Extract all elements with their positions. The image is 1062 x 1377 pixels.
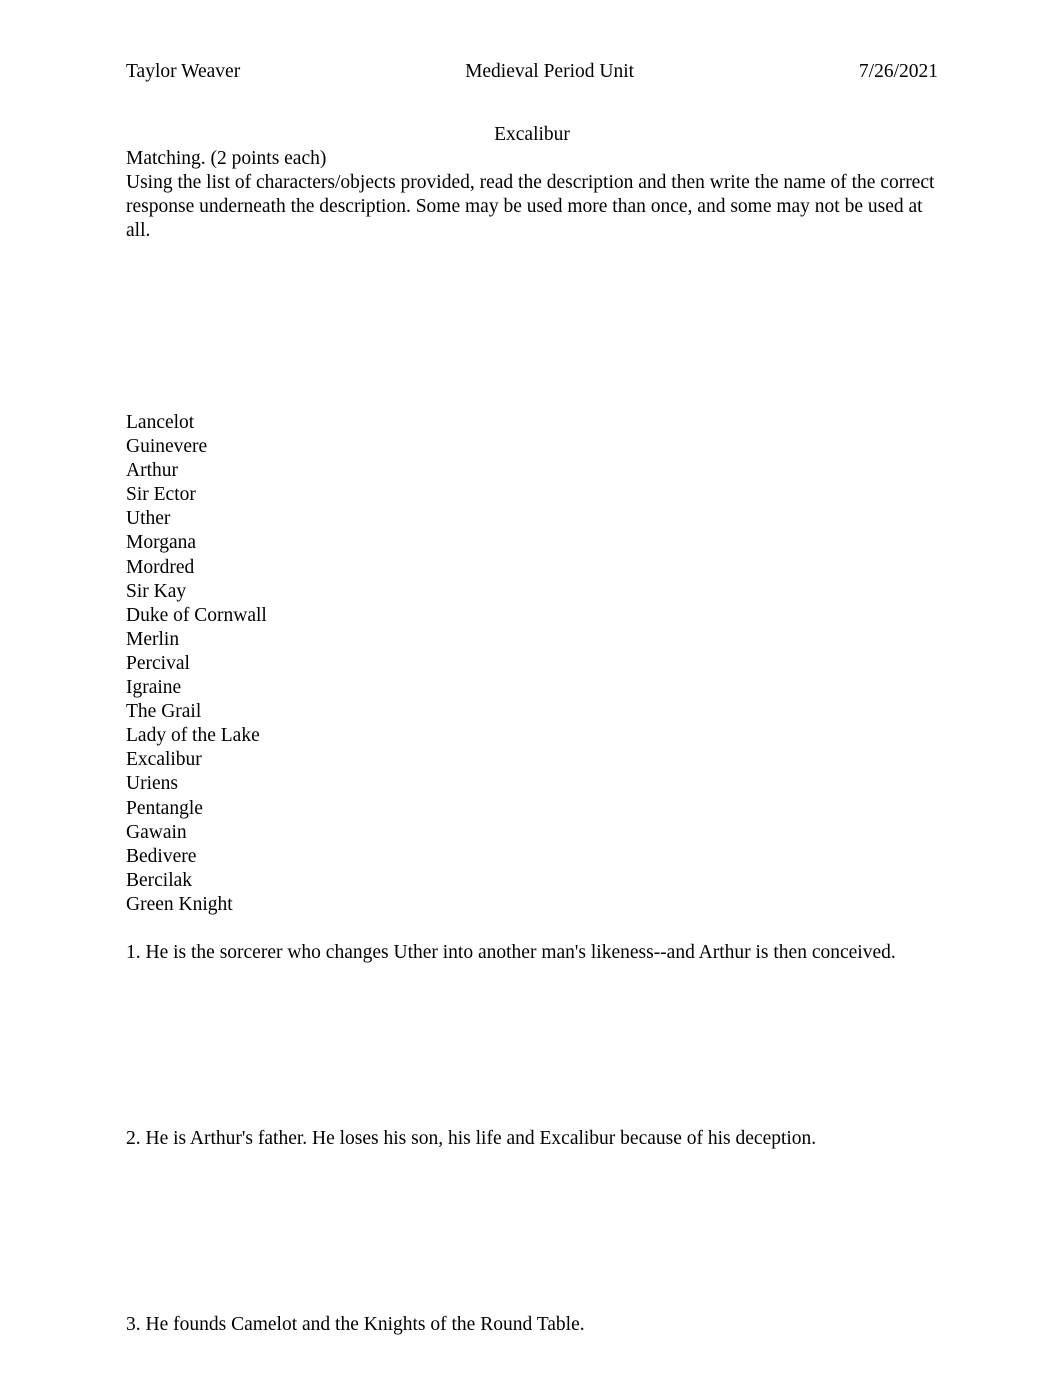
list-item: Guinevere <box>126 436 208 458</box>
document-header: Taylor Weaver Medieval Period Unit 7/26/… <box>126 60 938 84</box>
question-3: 3. He founds Camelot and the Knights of … <box>126 1313 585 1335</box>
list-item: Green Knight <box>126 893 233 915</box>
answer-space-word-bank <box>126 243 938 411</box>
answer-space-question-2[interactable] <box>126 1151 938 1313</box>
list-item: Sir Kay <box>126 580 187 602</box>
list-item: Uther <box>126 508 171 530</box>
word-bank-list: Lancelot Guinevere Arthur Sir Ector Uthe… <box>126 411 938 917</box>
list-item: The Grail <box>126 701 202 723</box>
header-unit-title: Medieval Period Unit <box>465 61 635 82</box>
question-2: 2. He is Arthur's father. He loses his s… <box>126 1127 817 1149</box>
header-date: 7/26/2021 <box>858 61 938 82</box>
instructions-heading: Matching. (2 points each) <box>126 148 327 169</box>
list-item: Bedivere <box>126 845 197 867</box>
list-item: Bercilak <box>126 869 193 891</box>
list-item: Igraine <box>126 677 182 699</box>
list-item: Lancelot <box>126 412 195 433</box>
page-title: Excalibur <box>494 124 570 145</box>
list-item: Percival <box>126 652 190 674</box>
list-item: Arthur <box>126 460 178 482</box>
list-item: Uriens <box>126 773 178 795</box>
list-item: Lady of the Lake <box>126 725 260 747</box>
list-item: Excalibur <box>126 749 202 771</box>
document-body: Taylor Weaver Medieval Period Unit 7/26/… <box>126 60 938 1337</box>
question-1: 1. He is the sorcerer who changes Uther … <box>126 941 896 963</box>
instructions-body: Using the list of characters/objects pro… <box>126 172 935 241</box>
document-page: Taylor Weaver Medieval Period Unit 7/26/… <box>0 0 1062 1377</box>
answer-space-question-1[interactable] <box>126 965 938 1127</box>
list-item: Pentangle <box>126 797 203 819</box>
header-author-name: Taylor Weaver <box>126 61 241 82</box>
list-item: Mordred <box>126 556 195 578</box>
list-item: Morgana <box>126 532 197 554</box>
list-item: Gawain <box>126 821 187 843</box>
list-item: Duke of Cornwall <box>126 604 267 626</box>
list-item: Merlin <box>126 628 180 650</box>
list-item: Sir Ector <box>126 484 196 506</box>
